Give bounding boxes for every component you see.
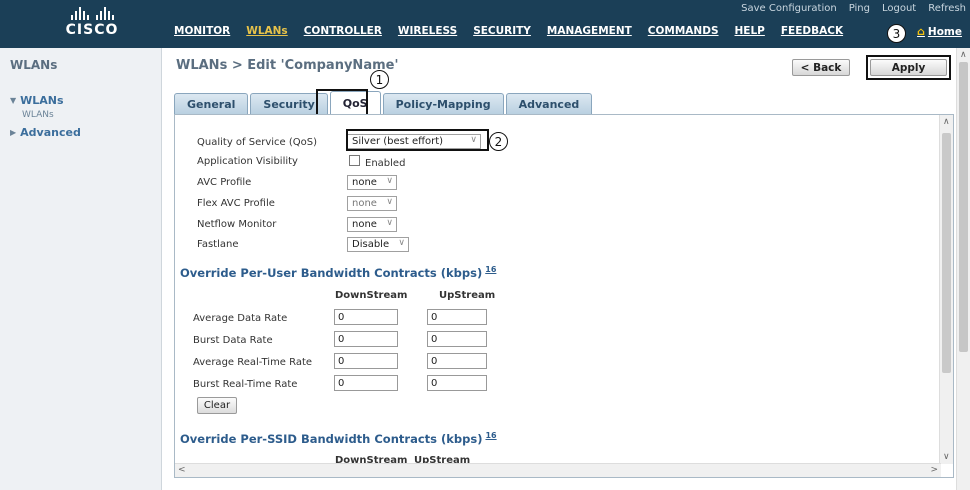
chevron-down-icon: ∨ [386,176,393,186]
cisco-logo: CISCO [52,6,132,42]
callout-3: 3 [887,24,906,43]
collapsed-arrow-icon: ▶ [10,128,17,137]
top-header: CISCO Save Configuration Ping Logout Ref… [0,0,970,48]
sidebar-group-wlans[interactable]: ▼ WLANs [10,94,64,107]
nav-management[interactable]: MANAGEMENT [539,25,640,37]
sidebar-group-advanced-label: Advanced [20,126,81,139]
chevron-down-icon: ∨ [398,238,405,248]
page-title: WLANs > Edit 'CompanyName' [176,58,399,73]
per-user-col-downstream: DownStream [335,290,408,301]
per-ssid-section-title: Override Per-SSID Bandwidth Contracts (k… [180,431,497,446]
rate-label: Average Data Rate [193,313,288,324]
sidebar-item-wlans[interactable]: WLANs [22,110,54,120]
nav-help[interactable]: HELP [727,25,773,37]
fastlane-select[interactable]: Disable ∨ [347,237,409,252]
save-configuration-link[interactable]: Save Configuration [741,3,837,14]
nav-security[interactable]: SECURITY [465,25,539,37]
sidebar-group-wlans-label: WLANs [20,94,64,107]
per-ssid-footnote-link[interactable]: 16 [485,431,496,440]
logout-link[interactable]: Logout [882,3,916,14]
home-link[interactable]: ⌂ Home [917,25,962,38]
home-icon: ⌂ [917,25,925,38]
avg-data-rate-up-input[interactable]: 0 [427,309,487,325]
avc-profile-value: none [352,177,377,188]
per-user-col-upstream: UpStream [439,290,496,301]
main-nav: MONITOR WLANs CONTROLLER WIRELESS SECURI… [166,25,851,37]
fastlane-value: Disable [352,239,390,250]
rate-label: Burst Data Rate [193,335,273,346]
home-label: Home [927,25,962,38]
fastlane-label: Fastlane [197,239,239,250]
sidebar: WLANs ▼ WLANs WLANs ▶ Advanced [0,48,162,490]
nav-feedback[interactable]: FEEDBACK [773,25,851,37]
rate-label: Average Real-Time Rate [193,357,313,368]
app-visibility-checkbox[interactable] [349,155,360,166]
burst-data-rate-down-input[interactable]: 0 [334,331,398,347]
scroll-right-icon[interactable]: > [930,465,938,475]
apply-button[interactable]: Apply [870,59,947,76]
callout-2: 2 [489,132,508,151]
qos-select-highlight-box [346,129,489,151]
sidebar-group-advanced[interactable]: ▶ Advanced [10,126,81,139]
avg-data-rate-down-input[interactable]: 0 [334,309,398,325]
tab-general[interactable]: General [174,93,249,115]
avc-profile-label: AVC Profile [197,177,252,188]
per-ssid-title-text: Override Per-SSID Bandwidth Contracts (k… [180,431,483,446]
page-scroll-thumb[interactable] [959,62,968,352]
clear-button[interactable]: Clear [197,397,237,414]
qos-label: Quality of Service (QoS) [197,137,318,148]
qos-panel: Quality of Service (QoS) Silver (best ef… [174,114,954,478]
chevron-down-icon: ∨ [386,218,393,228]
rate-label: Burst Real-Time Rate [193,379,298,390]
panel-horizontal-scrollbar[interactable]: < > [175,463,941,477]
panel-vertical-scrollbar[interactable]: ∧ ∨ [939,115,953,464]
avg-rt-rate-down-input[interactable]: 0 [334,353,398,369]
ping-link[interactable]: Ping [849,3,870,14]
nav-controller[interactable]: CONTROLLER [296,25,390,37]
per-user-title-text: Override Per-User Bandwidth Contracts (k… [180,265,483,280]
cisco-logo-bars [52,6,132,20]
avc-profile-select[interactable]: none ∨ [347,175,397,190]
nav-wireless[interactable]: WIRELESS [390,25,465,37]
callout-1: 1 [370,70,389,89]
burst-rt-rate-down-input[interactable]: 0 [334,375,398,391]
avg-rt-rate-up-input[interactable]: 0 [427,353,487,369]
per-user-section-title: Override Per-User Bandwidth Contracts (k… [180,265,496,280]
back-button[interactable]: < Back [792,59,850,76]
flex-avc-select[interactable]: none ∨ [347,196,397,211]
page-vertical-scrollbar[interactable]: ∧ [956,48,970,490]
app-visibility-label: Application Visibility [197,156,298,167]
app-visibility-checkbox-label: Enabled [365,158,406,169]
nav-wlans[interactable]: WLANs [238,25,295,37]
flex-avc-label: Flex AVC Profile [197,198,275,209]
refresh-link[interactable]: Refresh [928,3,966,14]
burst-rt-rate-up-input[interactable]: 0 [427,375,487,391]
expanded-arrow-icon: ▼ [10,96,17,105]
per-user-footnote-link[interactable]: 16 [485,265,496,274]
scroll-thumb[interactable] [942,133,951,373]
burst-data-rate-up-input[interactable]: 0 [427,331,487,347]
netflow-value: none [352,219,377,230]
sidebar-title: WLANs [10,58,58,72]
flex-avc-value: none [352,198,377,209]
scroll-down-icon[interactable]: ∨ [943,452,950,462]
cisco-logo-text: CISCO [65,22,119,38]
nav-monitor[interactable]: MONITOR [166,25,238,37]
scroll-up-icon[interactable]: ∧ [943,117,950,127]
page-scroll-up-icon[interactable]: ∧ [960,50,967,60]
tab-policy-mapping[interactable]: Policy-Mapping [382,93,504,115]
tab-advanced[interactable]: Advanced [505,93,593,115]
tab-bar: General Security QoS Policy-Mapping Adva… [174,91,594,115]
netflow-label: Netflow Monitor [197,219,277,230]
chevron-down-icon: ∨ [386,197,393,207]
netflow-select[interactable]: none ∨ [347,217,397,232]
nav-commands[interactable]: COMMANDS [640,25,727,37]
scroll-left-icon[interactable]: < [178,465,186,475]
utility-links: Save Configuration Ping Logout Refresh [741,3,966,14]
